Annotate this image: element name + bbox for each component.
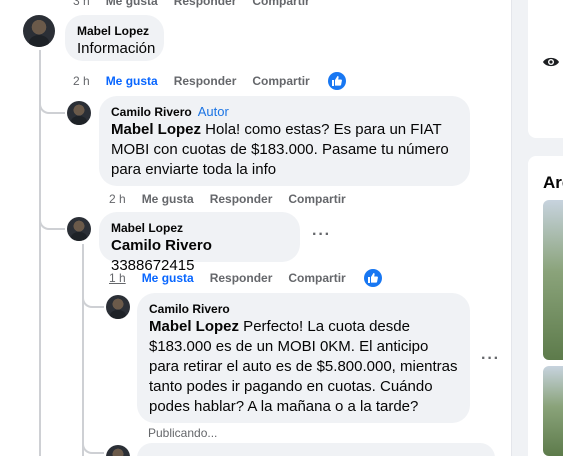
- commenter-name[interactable]: Mabel Lopez: [111, 220, 288, 236]
- mention-link[interactable]: Mabel Lopez: [111, 121, 201, 138]
- side-section-title: Are: [543, 173, 563, 192]
- like-reaction-icon[interactable]: [327, 72, 346, 90]
- commenter-header: Camilo Rivero Autor: [111, 104, 458, 120]
- comment-actions-partial: 3 h Me gusta Responder Compartir: [73, 0, 326, 8]
- like-button[interactable]: Me gusta: [142, 192, 194, 206]
- mention-link[interactable]: Mabel Lopez: [149, 318, 239, 335]
- author-badge: Autor: [197, 104, 229, 119]
- comment-time[interactable]: 2 h: [109, 192, 126, 206]
- share-button[interactable]: Compartir: [252, 0, 309, 8]
- comment-bubble: Camilo Rivero Mabel Lopez Perfecto! La c…: [137, 293, 470, 423]
- comment-text: Información: [77, 40, 156, 57]
- comment-bubble-partial: [137, 443, 495, 456]
- commenter-name[interactable]: Camilo Rivero: [111, 105, 192, 119]
- like-button[interactable]: Me gusta: [142, 271, 194, 285]
- avatar[interactable]: [106, 445, 130, 456]
- share-button[interactable]: Compartir: [252, 74, 309, 88]
- commenter-name[interactable]: Camilo Rivero: [149, 301, 458, 317]
- side-panel-top: [528, 0, 563, 138]
- share-button[interactable]: Compartir: [288, 271, 345, 285]
- publishing-status: Publicando...: [148, 426, 218, 440]
- comment-bubble: Camilo Rivero Autor Mabel Lopez Hola! com…: [99, 96, 470, 186]
- more-options-icon[interactable]: ···: [312, 226, 331, 244]
- thread-connector: [39, 96, 65, 114]
- comment-actions: 1 h Me gusta Responder Compartir: [109, 269, 398, 287]
- avatar[interactable]: [67, 101, 91, 125]
- comment-actions: 2 h Me gusta Responder Compartir: [73, 72, 362, 90]
- share-button[interactable]: Compartir: [288, 192, 345, 206]
- eye-icon[interactable]: [542, 55, 560, 69]
- thumbnail-image[interactable]: [543, 200, 563, 360]
- commenter-name[interactable]: Mabel Lopez: [77, 23, 152, 39]
- more-options-icon[interactable]: ···: [481, 350, 500, 368]
- avatar[interactable]: [67, 217, 91, 241]
- thread-connector: [39, 212, 65, 230]
- reply-button[interactable]: Responder: [210, 192, 273, 206]
- comment-time[interactable]: 1 h: [109, 271, 126, 285]
- comment-text: Mabel Lopez Hola! como estas? Es para un…: [111, 120, 458, 180]
- avatar[interactable]: [23, 15, 55, 47]
- thread-line: [82, 244, 84, 456]
- reply-button[interactable]: Responder: [174, 74, 237, 88]
- avatar[interactable]: [106, 295, 130, 319]
- thumbnail-image[interactable]: [543, 366, 563, 456]
- comments-panel: 3 h Me gusta Responder Compartir Mabel L…: [0, 0, 512, 456]
- comment-time[interactable]: 2 h: [73, 74, 90, 88]
- reply-button[interactable]: Responder: [174, 0, 237, 8]
- thread-connector: [82, 432, 104, 454]
- reply-button[interactable]: Responder: [210, 271, 273, 285]
- like-button[interactable]: Me gusta: [106, 74, 158, 88]
- comment-actions: 2 h Me gusta Responder Compartir: [109, 192, 362, 206]
- comment-bubble: Mabel Lopez Información: [65, 15, 164, 61]
- comment-bubble: Mabel Lopez Camilo Rivero 3388672415: [99, 212, 300, 274]
- mention-link[interactable]: Camilo Rivero: [111, 237, 212, 254]
- comment-time[interactable]: 3 h: [73, 0, 90, 8]
- thread-connector: [82, 290, 104, 308]
- like-reaction-icon[interactable]: [363, 269, 382, 287]
- comment-text: Mabel Lopez Perfecto! La cuota desde $18…: [149, 317, 458, 417]
- thread-line: [39, 50, 41, 456]
- like-button[interactable]: Me gusta: [106, 0, 158, 8]
